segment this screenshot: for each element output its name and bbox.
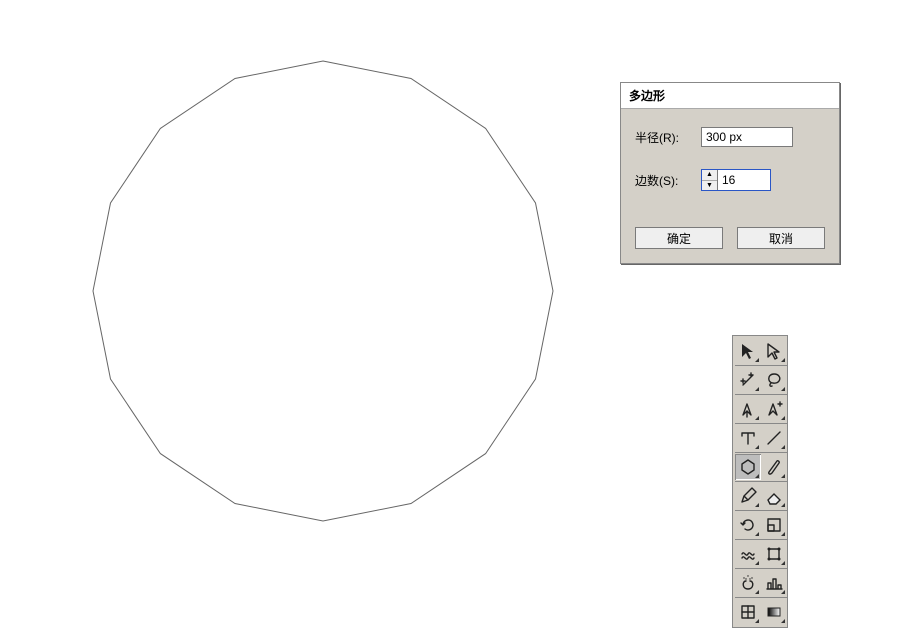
magic-wand-tool[interactable] (735, 367, 761, 393)
flyout-indicator-icon (755, 387, 759, 391)
sides-row: 边数(S): ▲ ▼ (635, 169, 825, 191)
dialog-body: 半径(R): 边数(S): ▲ ▼ (621, 109, 839, 227)
sides-input[interactable] (718, 170, 770, 190)
flyout-indicator-icon (781, 561, 785, 565)
eraser-tool[interactable] (761, 483, 787, 509)
scale-tool[interactable] (761, 512, 787, 538)
tool-divider (735, 452, 787, 453)
flyout-indicator-icon (755, 503, 759, 507)
dialog-title: 多边形 (621, 83, 839, 109)
flyout-indicator-icon (781, 474, 785, 478)
flyout-indicator-icon (755, 561, 759, 565)
flyout-indicator-icon (755, 445, 759, 449)
sides-decrease-button[interactable]: ▼ (702, 181, 717, 191)
tool-divider (735, 568, 787, 569)
flyout-indicator-icon (755, 358, 759, 362)
polygon-shape[interactable] (88, 56, 558, 526)
lasso-tool[interactable] (761, 367, 787, 393)
add-anchor-tool[interactable] (761, 396, 787, 422)
flyout-indicator-icon (781, 503, 785, 507)
tool-divider (735, 394, 787, 395)
pen-tool[interactable] (735, 396, 761, 422)
tool-divider (735, 365, 787, 366)
polygon-dialog: 多边形 半径(R): 边数(S): ▲ ▼ 确定 取消 (620, 82, 840, 264)
tool-divider (735, 423, 787, 424)
pencil-tool[interactable] (735, 483, 761, 509)
column-graph-tool[interactable] (761, 570, 787, 596)
flyout-indicator-icon (781, 532, 785, 536)
gradient-tool[interactable] (761, 599, 787, 625)
sides-spinner: ▲ ▼ (702, 170, 718, 190)
flyout-indicator-icon (755, 532, 759, 536)
sides-label: 边数(S): (635, 172, 701, 189)
radius-input[interactable] (701, 127, 793, 147)
type-tool[interactable] (735, 425, 761, 451)
flyout-indicator-icon (755, 590, 759, 594)
flyout-indicator-icon (755, 474, 759, 478)
tool-divider (735, 597, 787, 598)
free-transform-tool[interactable] (761, 541, 787, 567)
flyout-indicator-icon (755, 619, 759, 623)
flyout-indicator-icon (781, 387, 785, 391)
symbol-sprayer-tool[interactable] (735, 570, 761, 596)
flyout-indicator-icon (781, 590, 785, 594)
warp-tool[interactable] (735, 541, 761, 567)
cancel-button[interactable]: 取消 (737, 227, 825, 249)
tool-divider (735, 481, 787, 482)
flyout-indicator-icon (781, 445, 785, 449)
mesh-tool[interactable] (735, 599, 761, 625)
polygon-tool[interactable] (735, 454, 761, 480)
flyout-indicator-icon (781, 358, 785, 362)
dialog-buttons: 确定 取消 (621, 227, 839, 263)
ok-button[interactable]: 确定 (635, 227, 723, 249)
tools-panel (732, 335, 788, 628)
tool-divider (735, 510, 787, 511)
paintbrush-tool[interactable] (761, 454, 787, 480)
flyout-indicator-icon (781, 416, 785, 420)
tool-divider (735, 539, 787, 540)
flyout-indicator-icon (755, 416, 759, 420)
selection-tool[interactable] (735, 338, 761, 364)
sides-stepper: ▲ ▼ (701, 169, 771, 191)
radius-row: 半径(R): (635, 127, 825, 147)
rotate-tool[interactable] (735, 512, 761, 538)
sides-increase-button[interactable]: ▲ (702, 170, 717, 181)
line-segment-tool[interactable] (761, 425, 787, 451)
direct-selection-tool[interactable] (761, 338, 787, 364)
flyout-indicator-icon (781, 619, 785, 623)
radius-label: 半径(R): (635, 129, 701, 146)
